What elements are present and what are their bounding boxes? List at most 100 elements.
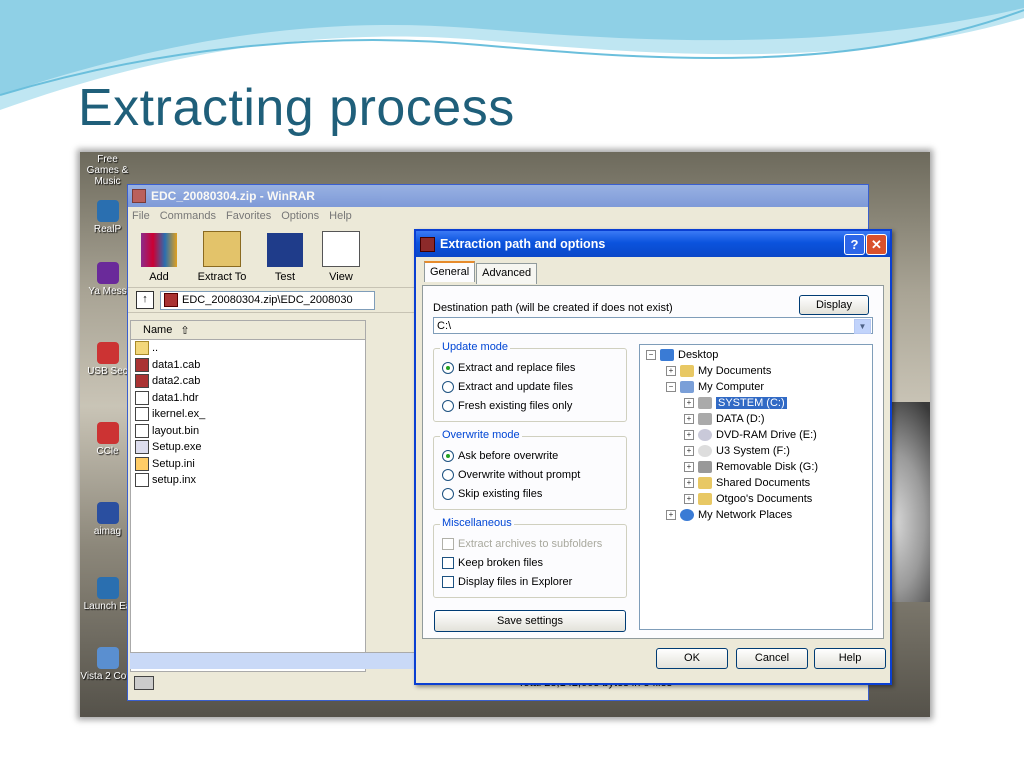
menu-favorites[interactable]: Favorites [226,210,271,222]
expand-icon[interactable]: + [684,430,694,440]
desktop-icon-label: RealP [93,224,122,235]
file-name: layout.bin [152,424,200,437]
menu-options[interactable]: Options [281,210,319,222]
radio-extract-replace[interactable]: Extract and replace files [442,362,575,374]
add-button[interactable]: Add [136,233,182,287]
file-row[interactable]: data2.cab [131,373,365,390]
file-row[interactable]: data1.cab [131,357,365,374]
collapse-icon[interactable]: − [666,382,676,392]
tree-node[interactable]: + Removable Disk (G:) [684,461,818,473]
desktop-icon-label: aimag [93,526,122,537]
tree-node[interactable]: + My Network Places [666,509,792,521]
folder-up-icon [135,341,149,356]
checkbox-keep-broken[interactable]: Keep broken files [442,557,543,569]
tree-node[interactable]: + DVD-RAM Drive (E:) [684,429,817,441]
sort-up-icon: ⇧ [180,324,190,337]
collapse-icon[interactable]: − [646,350,656,360]
tree-label: Otgoo's Documents [716,493,813,505]
drive-icon [698,397,712,409]
address-field[interactable]: EDC_20080304.zip\EDC_2008030 [160,290,375,310]
help-title-button[interactable]: ? [844,234,865,255]
menubar: File Commands Favorites Options Help [128,207,868,225]
menu-help[interactable]: Help [329,210,352,222]
general-panel: Destination path (will be created if doe… [422,285,884,639]
test-label: Test [274,271,296,283]
winrar-icon [420,236,435,252]
dialog-titlebar[interactable]: Extraction path and options ? ✕ [416,231,890,257]
expand-icon[interactable]: + [666,366,676,376]
tree-label-selected: SYSTEM (C:) [716,397,787,409]
view-button[interactable]: View [318,231,364,287]
radio-extract-update[interactable]: Extract and update files [442,381,573,393]
tab-advanced[interactable]: Advanced [476,263,538,284]
tree-node[interactable]: + My Documents [666,365,771,377]
expand-icon[interactable]: + [666,510,676,520]
file-list: Name ⇧ .. data1.cab data2.cab data1.hdr i… [130,320,366,672]
tree-node[interactable]: + Shared Documents [684,477,810,489]
tree-node[interactable]: + U3 System (F:) [684,445,790,457]
drive-icon [698,413,712,425]
expand-icon[interactable]: + [684,478,694,488]
close-button[interactable]: ✕ [866,234,887,255]
vista-icon [96,647,119,669]
expand-icon[interactable]: + [684,398,694,408]
tree-label: My Documents [698,365,772,377]
file-row[interactable]: ikernel.ex_ [131,406,365,423]
tree-node[interactable]: + DATA (D:) [684,413,764,425]
tree-label: DATA (D:) [716,413,765,425]
up-folder-button[interactable]: ↑ [136,291,154,309]
expand-icon[interactable]: + [684,446,694,456]
address-text: EDC_20080304.zip\EDC_2008030 [182,294,353,306]
expand-icon[interactable]: + [684,414,694,424]
tree-node[interactable]: + Otgoo's Documents [684,493,812,505]
folder-icon [698,493,712,505]
radio-skip-existing[interactable]: Skip existing files [442,488,542,500]
destination-path-input[interactable]: C:\ ▼ [433,317,873,334]
option-label: Display files in Explorer [458,576,573,588]
expand-icon[interactable]: + [684,494,694,504]
file-row[interactable]: setup.inx [131,472,365,489]
tab-general[interactable]: General [424,261,476,282]
desktop-icon-label: CCle [96,446,119,457]
column-header-name[interactable]: Name ⇧ [131,321,365,340]
test-button[interactable]: Test [262,233,308,287]
menu-file[interactable]: File [132,210,150,222]
tree-node[interactable]: + SYSTEM (C:) [684,397,787,409]
overwrite-mode-group: Overwrite mode Ask before overwrite Over… [433,429,627,510]
folder-tree[interactable]: − Desktop + My Documents − My Computer + SYS… [639,344,873,630]
menu-commands[interactable]: Commands [160,210,216,222]
radio-ask-before[interactable]: Ask before overwrite [442,450,558,462]
file-row[interactable]: layout.bin [131,423,365,440]
chevron-down-icon[interactable]: ▼ [854,319,871,334]
file-row[interactable]: .. [131,340,365,357]
save-settings-button[interactable]: Save settings [434,610,626,632]
expand-icon[interactable]: + [684,462,694,472]
radio-unselected [442,488,454,500]
winrar-titlebar[interactable]: EDC_20080304.zip - WinRAR [128,185,868,207]
tree-label: Desktop [678,349,719,361]
radio-fresh-existing[interactable]: Fresh existing files only [442,400,572,412]
file-row[interactable]: data1.hdr [131,390,365,407]
checkbox [442,538,454,550]
file-icon [135,407,149,422]
ok-button[interactable]: OK [656,648,728,669]
tree-node[interactable]: − Desktop [646,349,718,361]
extract-to-button[interactable]: Extract To [192,231,252,287]
option-label: Extract and replace files [458,362,576,374]
misc-group: Miscellaneous Extract archives to subfol… [433,517,627,598]
tree-node[interactable]: − My Computer [666,381,764,393]
checkbox-display-explorer[interactable]: Display files in Explorer [442,576,572,588]
radio-overwrite-without[interactable]: Overwrite without prompt [442,469,580,481]
winrar-window: EDC_20080304.zip - WinRAR File Commands … [127,184,892,701]
file-row[interactable]: Setup.ini [131,456,365,473]
desktop-icon[interactable]: Free Games & Music [80,154,135,187]
display-button[interactable]: Display [799,295,869,315]
help-button[interactable]: Help [814,648,886,669]
file-row[interactable]: Setup.exe [131,439,365,456]
file-icon [135,473,149,488]
radio-selected [442,450,454,462]
exe-file-icon [135,440,149,455]
cab-file-icon [135,374,149,389]
network-icon [680,509,694,521]
cancel-button[interactable]: Cancel [736,648,808,669]
